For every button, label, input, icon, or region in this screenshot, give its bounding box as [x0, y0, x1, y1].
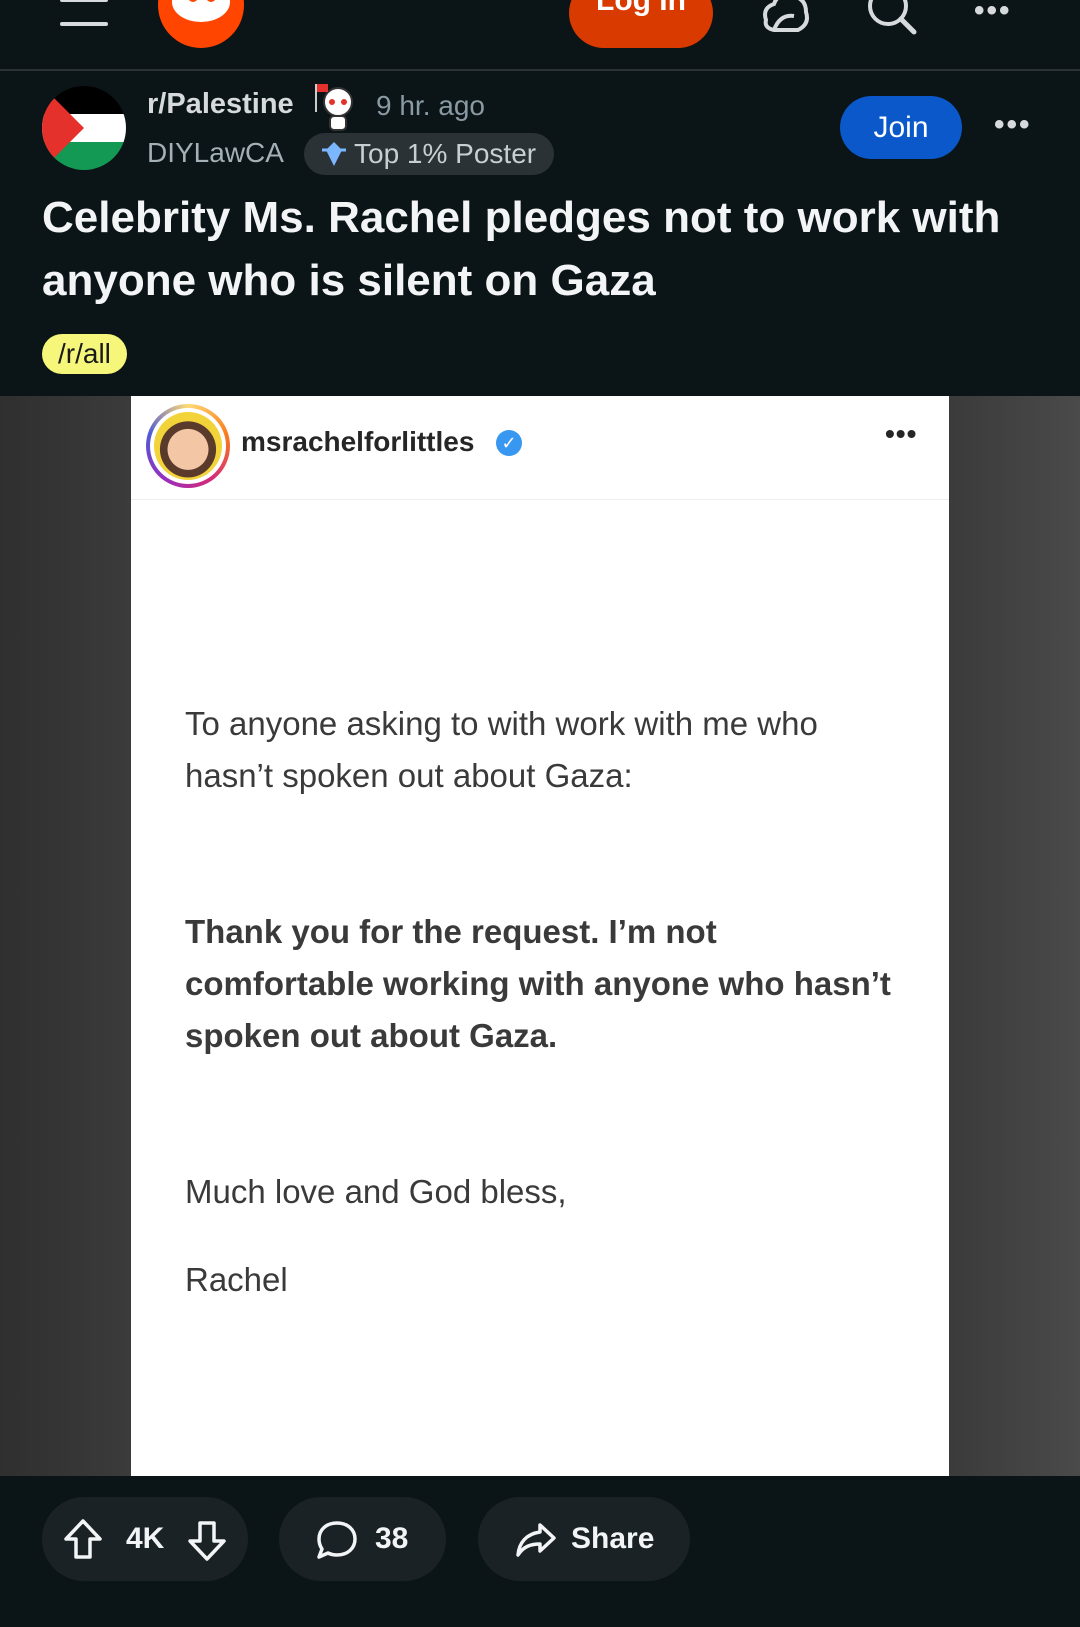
join-button[interactable]: Join [840, 96, 962, 159]
search-icon[interactable] [866, 0, 918, 36]
message-signature: Rachel [185, 1261, 288, 1298]
comments-button[interactable]: 38 [279, 1497, 446, 1581]
subreddit-avatar[interactable] [42, 86, 126, 170]
comment-count: 38 [375, 1522, 409, 1555]
downvote-icon[interactable] [186, 1519, 228, 1563]
post-media[interactable]: msrachelforlittles ✓ ••• To anyone askin… [0, 396, 1080, 1476]
instagram-avatar [146, 404, 230, 488]
post-title[interactable]: Celebrity Ms. Rachel pledges not to work… [42, 186, 1042, 312]
instagram-more-icon: ••• [885, 418, 918, 449]
login-button[interactable]: Log In [569, 0, 713, 48]
post-author[interactable]: DIYLawCA [147, 137, 284, 169]
embedded-instagram-post: msrachelforlittles ✓ ••• To anyone askin… [131, 396, 949, 1476]
post-timestamp: 9 hr. ago [376, 90, 485, 121]
user-flair-label: Top 1% Poster [354, 138, 537, 169]
top-poster-icon [322, 142, 346, 166]
top-bar: Log In ••• [0, 0, 1080, 71]
comment-icon [317, 1521, 357, 1559]
post-flair-tag[interactable]: /r/all [42, 334, 127, 374]
instagram-header: msrachelforlittles ✓ ••• [131, 396, 949, 500]
share-label: Share [571, 1522, 655, 1555]
message-paragraph-2: Thank you for the request. I’m not comfo… [185, 913, 891, 1054]
subreddit-name[interactable]: r/Palestine [147, 88, 294, 121]
reddit-logo[interactable] [158, 0, 244, 48]
hamburger-menu-icon[interactable] [60, 0, 108, 30]
instagram-account-name: msrachelforlittles [241, 426, 475, 457]
snoo-flair-icon [315, 84, 353, 131]
vote-control: 4K [42, 1497, 248, 1581]
upvote-icon[interactable] [62, 1517, 104, 1561]
verified-badge-icon: ✓ [496, 430, 522, 456]
message-paragraph-1: To anyone asking to with work with me wh… [185, 705, 818, 794]
share-icon [516, 1523, 556, 1557]
message-paragraph-3: Much love and God bless, [185, 1173, 567, 1210]
share-button[interactable]: Share [478, 1497, 690, 1581]
post-more-icon[interactable]: ••• [994, 108, 1032, 142]
vote-score: 4K [126, 1522, 165, 1555]
popular-icon[interactable] [760, 0, 812, 34]
user-flair-badge: Top 1% Poster [304, 133, 555, 175]
more-options-icon[interactable]: ••• [974, 0, 1012, 28]
post-action-bar: 4K 38 Share [0, 1476, 1080, 1627]
